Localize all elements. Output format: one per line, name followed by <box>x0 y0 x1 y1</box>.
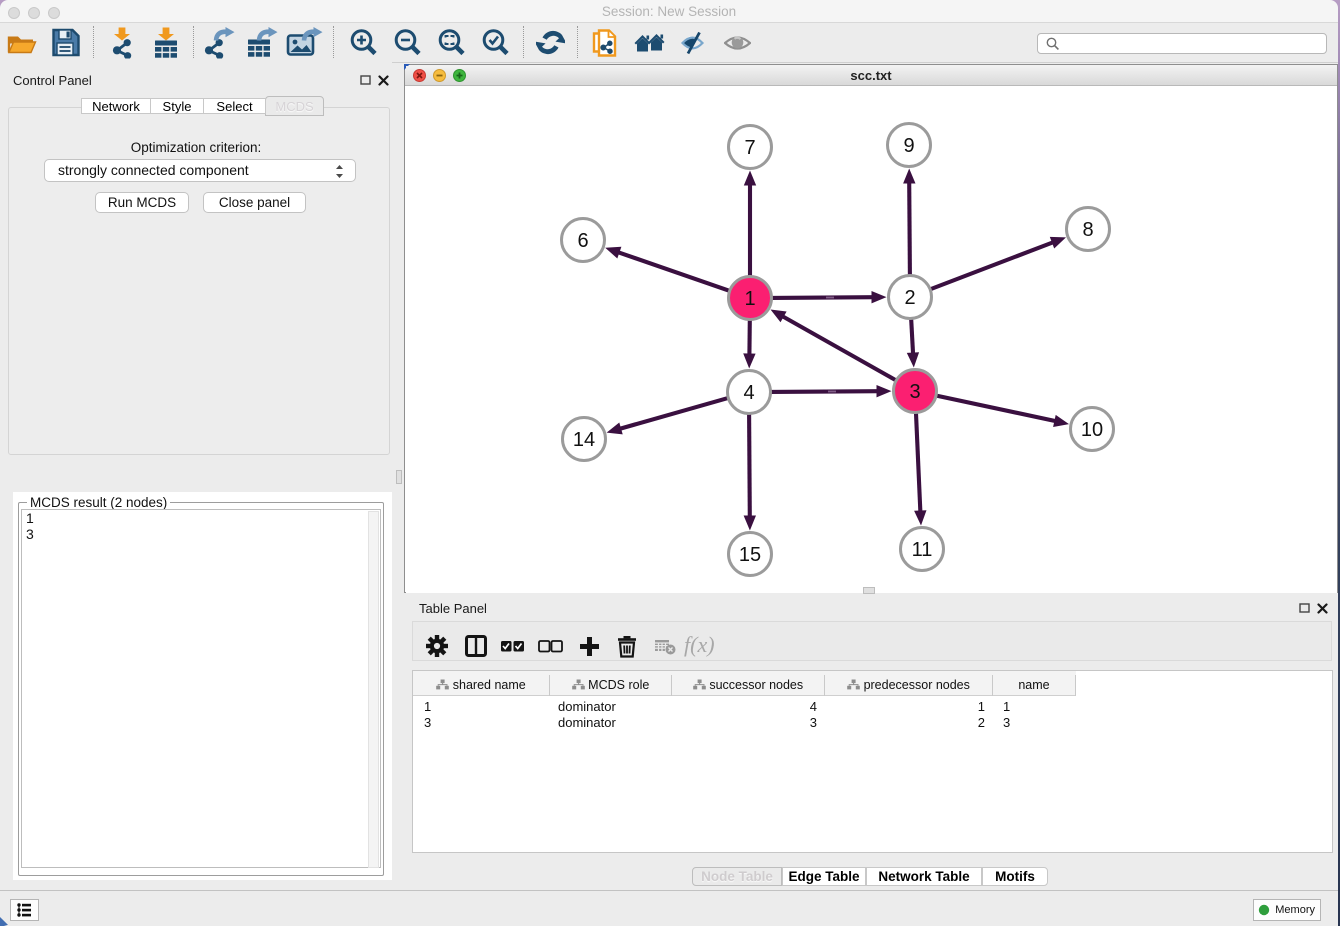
svg-text:11: 11 <box>912 539 933 561</box>
svg-text:8: 8 <box>1082 219 1093 241</box>
svg-text:1: 1 <box>744 288 755 310</box>
svg-text:3: 3 <box>909 381 920 403</box>
svg-text:4: 4 <box>743 382 754 404</box>
svg-text:7: 7 <box>744 137 755 159</box>
svg-text:14: 14 <box>573 429 595 451</box>
svg-text:15: 15 <box>739 544 761 566</box>
svg-text:6: 6 <box>577 230 588 252</box>
svg-text:10: 10 <box>1081 419 1103 441</box>
svg-text:2: 2 <box>904 287 915 309</box>
svg-text:9: 9 <box>903 135 914 157</box>
